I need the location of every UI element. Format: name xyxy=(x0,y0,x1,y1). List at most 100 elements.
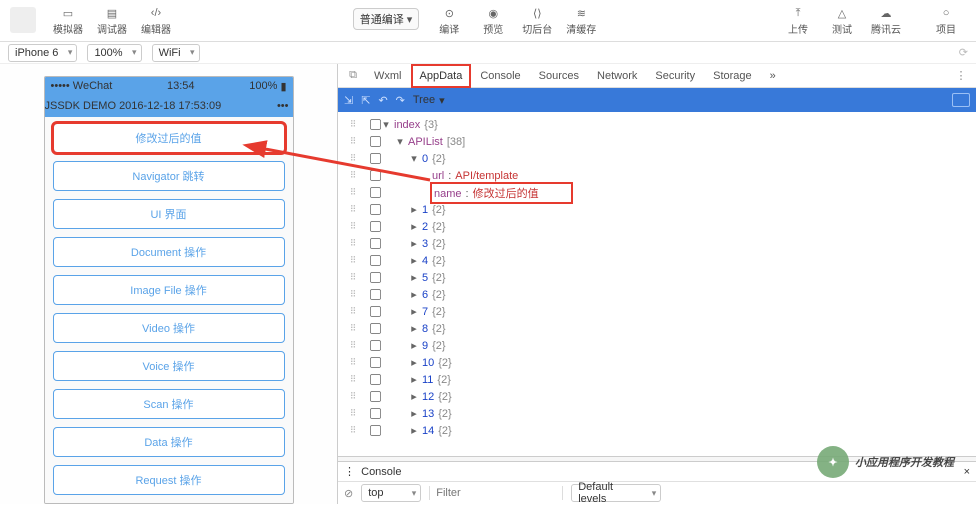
tree-row[interactable]: ⠿▸2{2} xyxy=(338,218,976,235)
row-checkbox[interactable] xyxy=(369,170,380,181)
log-levels-select[interactable]: Default levels xyxy=(571,484,661,502)
row-checkbox[interactable] xyxy=(369,187,380,198)
tree-row[interactable]: ⠿▸9{2} xyxy=(338,337,976,354)
project-button[interactable]: ○项目 xyxy=(926,3,966,39)
debugger-button[interactable]: ▤调试器 xyxy=(92,3,132,39)
compile-button[interactable]: ⊙编译 xyxy=(429,3,469,39)
row-checkbox[interactable] xyxy=(369,221,380,232)
row-checkbox[interactable] xyxy=(369,204,380,215)
tree-row[interactable]: ⠿▾APIList[38] xyxy=(338,133,976,150)
phone-icon: ▭ xyxy=(58,6,78,20)
redo-icon[interactable]: ↷ xyxy=(396,94,405,107)
row-checkbox[interactable] xyxy=(369,391,380,402)
row-checkbox[interactable] xyxy=(369,306,380,317)
drawer-close-icon[interactable]: × xyxy=(964,466,970,478)
tab-network[interactable]: Network xyxy=(589,65,645,87)
tab-console[interactable]: Console xyxy=(472,65,528,87)
tab-appdata[interactable]: AppData xyxy=(412,65,471,87)
console-toolbar: ⊘ top Default levels xyxy=(338,482,976,504)
tree-row[interactable]: ⠿▸4{2} xyxy=(338,252,976,269)
tab-storage[interactable]: Storage xyxy=(705,65,760,87)
bug-icon: ▤ xyxy=(102,6,122,20)
demo-button-1[interactable]: Navigator 跳转 xyxy=(53,161,285,191)
test-button[interactable]: △测试 xyxy=(822,3,862,39)
demo-button-0[interactable]: 修改过后的值 xyxy=(53,123,285,153)
preview-button[interactable]: ◉预览 xyxy=(473,3,513,39)
tab-sources[interactable]: Sources xyxy=(531,65,587,87)
clear-console-icon[interactable]: ⊘ xyxy=(344,487,353,500)
appdata-toolbar: ⇲ ⇱ ↶ ↷ Tree ▾ xyxy=(338,88,976,112)
tree-row[interactable]: ⠿▸8{2} xyxy=(338,320,976,337)
undo-icon[interactable]: ↶ xyxy=(378,94,387,107)
demo-button-9[interactable]: Request 操作 xyxy=(53,465,285,495)
row-checkbox[interactable] xyxy=(369,425,380,436)
tree-row[interactable]: ⠿▸5{2} xyxy=(338,269,976,286)
rotate-icon[interactable]: ⟳ xyxy=(959,46,968,59)
stack-icon: ≋ xyxy=(571,6,591,20)
tab-security[interactable]: Security xyxy=(647,65,703,87)
context-select[interactable]: top xyxy=(361,484,421,502)
tree-row[interactable]: ⠿▸10{2} xyxy=(338,354,976,371)
row-checkbox[interactable] xyxy=(369,136,380,147)
drawer-menu-icon[interactable]: ⋮ xyxy=(344,465,355,478)
demo-button-8[interactable]: Data 操作 xyxy=(53,427,285,457)
clear-cache-button[interactable]: ≋清缓存 xyxy=(561,3,601,39)
row-checkbox[interactable] xyxy=(369,374,380,385)
row-checkbox[interactable] xyxy=(369,153,380,164)
tree-row[interactable]: ⠿▸1{2} xyxy=(338,201,976,218)
search-input[interactable] xyxy=(952,93,970,107)
tree-row[interactable]: ⠿name:修改过后的值 xyxy=(338,184,976,201)
network-select[interactable]: WiFi xyxy=(152,44,200,62)
editor-button[interactable]: ‹/›编辑器 xyxy=(136,3,176,39)
tree-row[interactable]: ⠿url:API/template xyxy=(338,167,976,184)
simulator-button[interactable]: ▭模拟器 xyxy=(48,3,88,39)
tree-row[interactable]: ⠿▸6{2} xyxy=(338,286,976,303)
tree-row[interactable]: ⠿▸12{2} xyxy=(338,388,976,405)
row-checkbox[interactable] xyxy=(369,357,380,368)
inspect-icon[interactable]: ⧉ xyxy=(342,65,364,87)
tab-wxml[interactable]: Wxml xyxy=(366,65,410,87)
row-checkbox[interactable] xyxy=(369,289,380,300)
upload-icon: ⤒ xyxy=(788,6,808,20)
devtools-tabstrip: ⧉ WxmlAppDataConsoleSourcesNetworkSecuri… xyxy=(338,64,976,88)
code-icon: ‹/› xyxy=(146,6,166,20)
compile-mode-select[interactable]: 普通编译 ▾ xyxy=(353,8,420,30)
watermark: ✦ 小应用程序开发教程 xyxy=(817,446,954,478)
demo-button-5[interactable]: Video 操作 xyxy=(53,313,285,343)
row-checkbox[interactable] xyxy=(369,255,380,266)
collapse-icon[interactable]: ⇱ xyxy=(361,94,370,107)
demo-button-2[interactable]: UI 界面 xyxy=(53,199,285,229)
device-select[interactable]: iPhone 6 xyxy=(8,44,77,62)
expand-icon[interactable]: ⇲ xyxy=(344,94,353,107)
tree-row[interactable]: ⠿▸11{2} xyxy=(338,371,976,388)
console-tab[interactable]: Console xyxy=(361,466,401,478)
view-mode-select[interactable]: Tree ▾ xyxy=(413,94,445,107)
row-checkbox[interactable] xyxy=(369,340,380,351)
devtools-menu-icon[interactable]: ⋮ xyxy=(950,65,972,87)
tree-row[interactable]: ⠿▸3{2} xyxy=(338,235,976,252)
tree-row[interactable]: ⠿▸7{2} xyxy=(338,303,976,320)
upload-button[interactable]: ⤒上传 xyxy=(778,3,818,39)
row-checkbox[interactable] xyxy=(369,238,380,249)
row-checkbox[interactable] xyxy=(369,323,380,334)
demo-button-3[interactable]: Document 操作 xyxy=(53,237,285,267)
zoom-select[interactable]: 100% xyxy=(87,44,141,62)
demo-button-7[interactable]: Scan 操作 xyxy=(53,389,285,419)
tree-row[interactable]: ⠿▸14{2} xyxy=(338,422,976,439)
tree-row[interactable]: ⠿▾0{2} xyxy=(338,150,976,167)
tabs-overflow[interactable]: » xyxy=(762,65,784,87)
demo-button-4[interactable]: Image File 操作 xyxy=(53,275,285,305)
tree-row[interactable]: ⠿▸13{2} xyxy=(338,405,976,422)
more-icon[interactable]: ••• xyxy=(277,100,289,112)
cloud-icon: ☁ xyxy=(876,6,896,20)
simulator-subbar: iPhone 6 100% WiFi ⟳ xyxy=(0,42,976,64)
demo-button-6[interactable]: Voice 操作 xyxy=(53,351,285,381)
tree-row[interactable]: ⠿▾index{3} xyxy=(338,116,976,133)
row-checkbox[interactable] xyxy=(369,272,380,283)
background-button[interactable]: ⟨⟩切后台 xyxy=(517,3,557,39)
simulator-pane: ••••• WeChat 13:54 100% ▮ JSSDK DEMO 201… xyxy=(0,64,338,504)
row-checkbox[interactable] xyxy=(369,408,380,419)
tencent-cloud-button[interactable]: ☁腾讯云 xyxy=(866,3,906,39)
filter-input[interactable] xyxy=(436,487,556,499)
row-checkbox[interactable] xyxy=(369,119,380,130)
